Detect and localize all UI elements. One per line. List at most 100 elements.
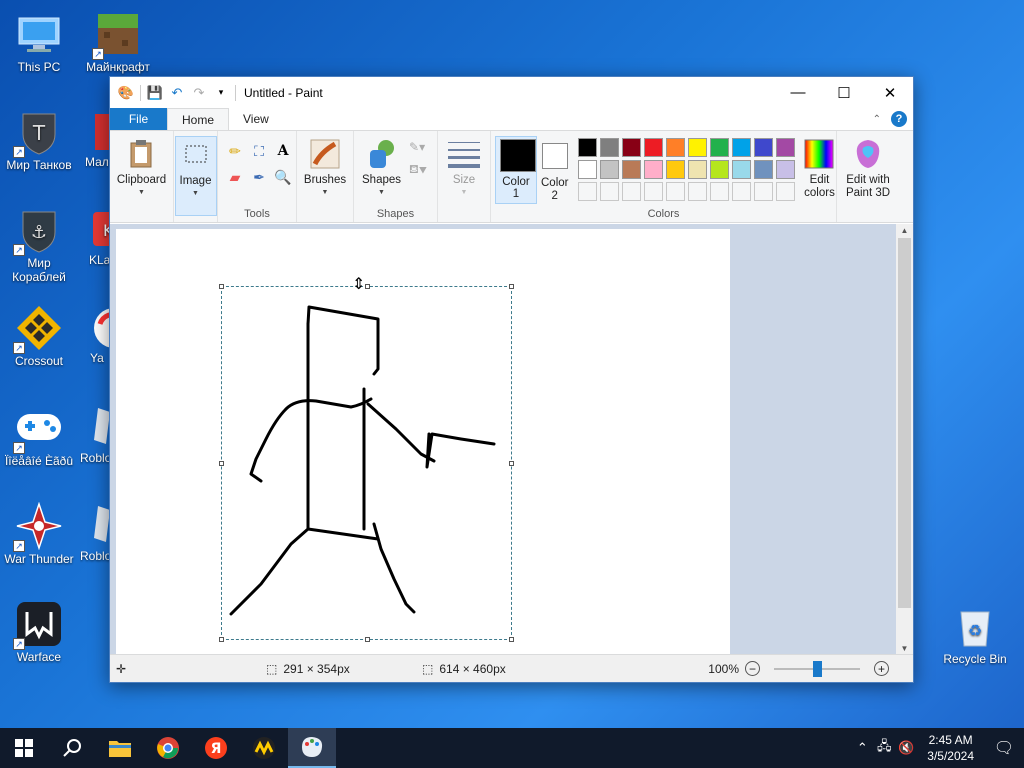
palette-swatch[interactable] bbox=[600, 138, 620, 157]
paint-taskbar-icon[interactable] bbox=[288, 728, 336, 768]
palette-swatch[interactable] bbox=[622, 160, 642, 179]
palette-empty-swatch[interactable] bbox=[600, 182, 620, 201]
notifications-icon[interactable]: 🗨 bbox=[984, 728, 1024, 768]
save-icon[interactable]: 💾 bbox=[147, 85, 163, 101]
zoom-in-icon[interactable]: + bbox=[874, 661, 889, 676]
clipboard-button[interactable]: Clipboard ▼ bbox=[113, 136, 170, 198]
magnifier-icon[interactable]: 🔍 bbox=[272, 166, 294, 188]
color1-button[interactable]: Color 1 bbox=[495, 136, 537, 204]
undo-icon[interactable]: ↶ bbox=[169, 85, 185, 101]
palette-empty-swatch[interactable] bbox=[732, 182, 752, 201]
palette-swatch[interactable] bbox=[776, 160, 796, 179]
collapse-ribbon-icon[interactable]: ⌃ bbox=[873, 114, 881, 125]
volume-muted-icon[interactable]: 🔇 bbox=[895, 740, 917, 756]
palette-empty-swatch[interactable] bbox=[776, 182, 796, 201]
palette-swatch[interactable] bbox=[578, 138, 598, 157]
size-button[interactable]: Size ▼ bbox=[444, 136, 484, 198]
maximize-button[interactable]: ☐ bbox=[821, 77, 867, 108]
palette-swatch[interactable] bbox=[644, 138, 664, 157]
palette-swatch[interactable] bbox=[688, 160, 708, 179]
start-button[interactable] bbox=[0, 728, 48, 768]
palette-swatch[interactable] bbox=[622, 138, 642, 157]
resize-handle[interactable] bbox=[219, 461, 224, 466]
palette-swatch[interactable] bbox=[688, 138, 708, 157]
yandex-music-icon[interactable] bbox=[240, 728, 288, 768]
palette-empty-swatch[interactable] bbox=[622, 182, 642, 201]
network-icon[interactable]: 🖧 bbox=[873, 737, 895, 759]
file-explorer-icon[interactable] bbox=[96, 728, 144, 768]
desktop-icon-mir-korabley[interactable]: ⚓ ↗ Мир Кораблей bbox=[0, 206, 78, 285]
outline-icon[interactable]: ✎▾ bbox=[409, 140, 427, 154]
resize-handle[interactable] bbox=[219, 637, 224, 642]
palette-empty-swatch[interactable] bbox=[754, 182, 774, 201]
palette-swatch[interactable] bbox=[644, 160, 664, 179]
zoom-out-icon[interactable]: − bbox=[745, 661, 760, 676]
pencil-icon[interactable]: ✏ bbox=[224, 140, 246, 162]
text-icon[interactable]: A bbox=[272, 140, 294, 162]
shapes-button[interactable]: Shapes ▼ bbox=[358, 136, 405, 198]
desktop-icon-recycle-bin[interactable]: ♻ Recycle Bin bbox=[936, 602, 1014, 667]
desktop-icon-warface[interactable]: ↗ Warface bbox=[0, 600, 78, 665]
customize-quick-access-icon[interactable]: ▾ bbox=[213, 85, 229, 101]
resize-handle[interactable] bbox=[509, 461, 514, 466]
search-icon[interactable] bbox=[48, 728, 96, 768]
zoom-slider-knob[interactable] bbox=[813, 660, 822, 677]
edit-with-paint3d-button[interactable]: Edit with Paint 3D bbox=[842, 136, 894, 201]
chrome-icon[interactable] bbox=[144, 728, 192, 768]
vertical-scrollbar[interactable]: ▲ ▼ bbox=[896, 224, 913, 656]
palette-swatch[interactable] bbox=[600, 160, 620, 179]
desktop-icon-gamepad[interactable]: ↗ Ïîëåâîé Èãðû bbox=[0, 404, 78, 469]
desktop-icon-this-pc[interactable]: This PC bbox=[0, 10, 78, 75]
yandex-browser-icon[interactable]: Я bbox=[192, 728, 240, 768]
edit-colors-button[interactable]: Edit colors bbox=[799, 136, 839, 201]
desktop-icon-minecraft[interactable]: ↗ Майнкрафт bbox=[79, 10, 157, 75]
desktop-icon-roblox-1[interactable]: Roblo bbox=[80, 404, 110, 466]
canvas-size-icon: ⬚ bbox=[422, 661, 434, 676]
palette-swatch[interactable] bbox=[666, 138, 686, 157]
color-picker-icon[interactable]: ✒ bbox=[248, 166, 270, 188]
scroll-up-icon[interactable]: ▲ bbox=[896, 224, 913, 238]
palette-empty-swatch[interactable] bbox=[644, 182, 664, 201]
resize-handle[interactable] bbox=[509, 637, 514, 642]
brushes-button[interactable]: Brushes ▼ bbox=[300, 136, 350, 198]
palette-swatch[interactable] bbox=[732, 160, 752, 179]
show-hidden-icons-icon[interactable]: ⌃ bbox=[851, 740, 873, 756]
color2-button[interactable]: Color 2 bbox=[537, 136, 572, 204]
clock[interactable]: 2:45 AM 3/5/2024 bbox=[927, 732, 974, 764]
palette-swatch[interactable] bbox=[754, 138, 774, 157]
palette-empty-swatch[interactable] bbox=[666, 182, 686, 201]
tab-view[interactable]: View bbox=[229, 108, 283, 130]
help-icon[interactable]: ? bbox=[891, 111, 907, 127]
minimize-button[interactable]: — bbox=[775, 77, 821, 108]
resize-handle[interactable] bbox=[365, 637, 370, 642]
desktop-icon-crossout[interactable]: ↗ Crossout bbox=[0, 304, 78, 369]
tab-file[interactable]: File bbox=[110, 108, 167, 130]
palette-swatch[interactable] bbox=[776, 138, 796, 157]
palette-swatch[interactable] bbox=[732, 138, 752, 157]
resize-handle[interactable] bbox=[509, 284, 514, 289]
palette-swatch[interactable] bbox=[578, 160, 598, 179]
fill-icon[interactable]: ⛾▾ bbox=[409, 162, 427, 178]
palette-swatch[interactable] bbox=[710, 160, 730, 179]
resize-handle[interactable] bbox=[219, 284, 224, 289]
palette-swatch[interactable] bbox=[754, 160, 774, 179]
palette-swatch[interactable] bbox=[710, 138, 730, 157]
tab-home[interactable]: Home bbox=[167, 108, 230, 130]
scrollbar-thumb[interactable] bbox=[898, 238, 911, 608]
palette-empty-swatch[interactable] bbox=[578, 182, 598, 201]
redo-icon[interactable]: ↷ bbox=[191, 85, 207, 101]
palette-swatch[interactable] bbox=[666, 160, 686, 179]
image-button[interactable]: Image ▼ bbox=[174, 136, 217, 216]
close-button[interactable]: ✕ bbox=[867, 77, 913, 108]
palette-empty-swatch[interactable] bbox=[710, 182, 730, 201]
palette-empty-swatch[interactable] bbox=[688, 182, 708, 201]
drawing-canvas[interactable]: ⇕ bbox=[116, 229, 730, 656]
resize-handle[interactable] bbox=[365, 284, 370, 289]
zoom-slider[interactable] bbox=[774, 660, 860, 677]
desktop-icon-war-thunder[interactable]: ↗ War Thunder bbox=[0, 501, 78, 567]
desktop-icon-roblox-2[interactable]: Roblo bbox=[80, 502, 110, 564]
eraser-icon[interactable]: ▰ bbox=[224, 166, 246, 188]
selection-rectangle[interactable] bbox=[219, 284, 514, 642]
fill-bucket-icon[interactable]: ⛶ bbox=[248, 140, 270, 162]
desktop-icon-mir-tankov[interactable]: T ↗ Мир Танков bbox=[0, 108, 78, 173]
